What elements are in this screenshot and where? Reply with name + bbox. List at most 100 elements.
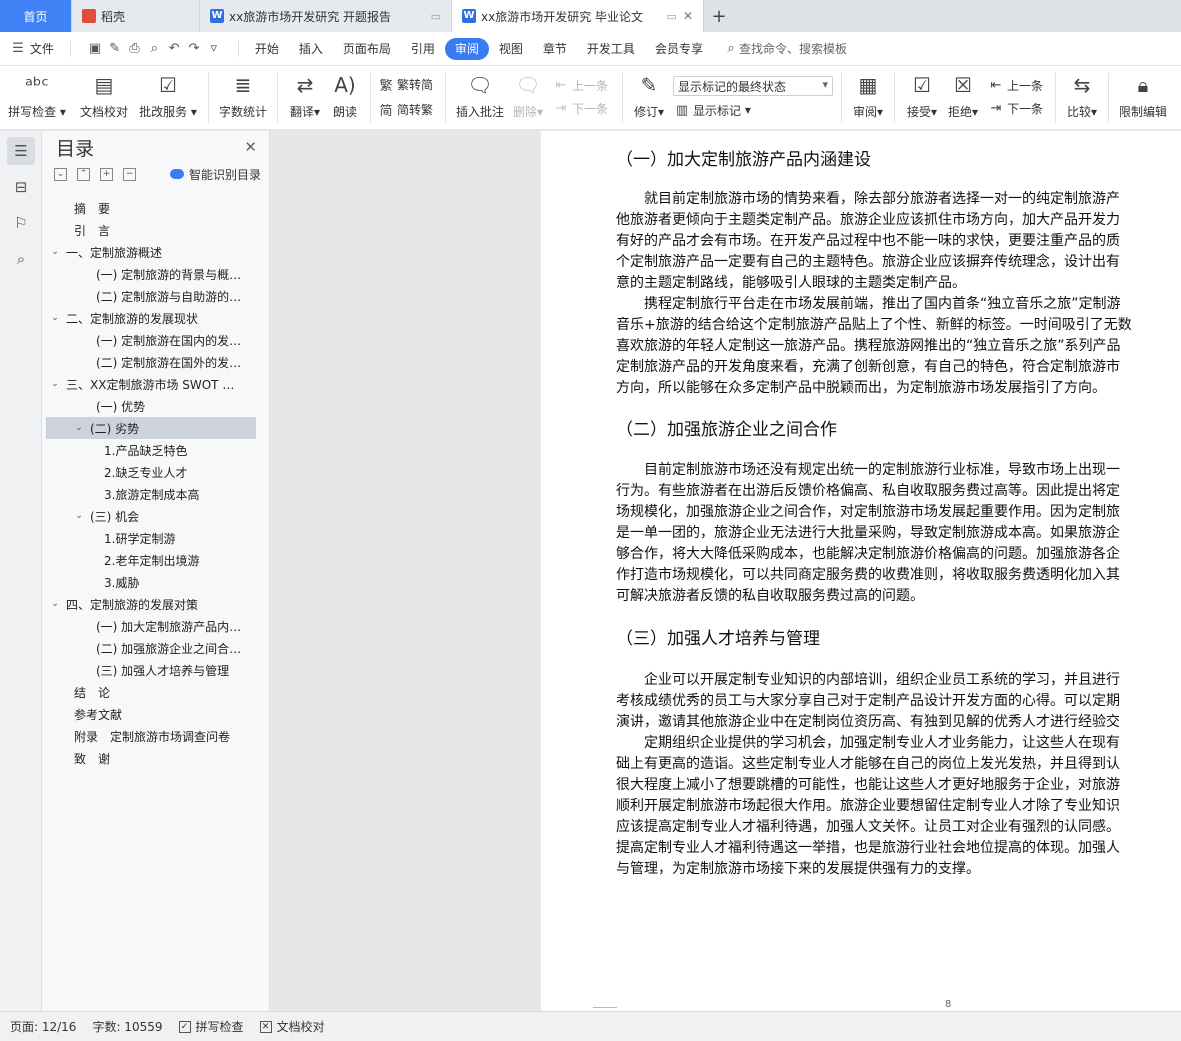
- chapter-nav-icon[interactable]: ⊟: [7, 173, 35, 201]
- undo-icon[interactable]: ↶: [166, 41, 182, 56]
- track-changes-button[interactable]: ✎ 修订▾: [629, 66, 669, 130]
- document-page[interactable]: （一）加大定制旅游产品内涵建设 就目前定制旅游市场的情势来看，除去部分旅游者选择…: [541, 131, 1181, 1011]
- chevron-down-icon[interactable]: ⌄: [48, 379, 62, 389]
- next-comment-button[interactable]: ⇥ 下一条: [552, 100, 616, 117]
- tab-thesis-doc[interactable]: W xx旅游市场开发研究 毕业论文 ▭ ✕: [452, 0, 704, 32]
- toc-item[interactable]: 1.产品缺乏特色: [46, 439, 256, 461]
- print-preview-icon[interactable]: ⌕: [146, 41, 162, 56]
- toc-item[interactable]: ⌄ 二、定制旅游的发展现状: [46, 307, 256, 329]
- chevron-down-icon[interactable]: ⌄: [72, 511, 86, 521]
- next-change-button[interactable]: ⇥ 下一条: [987, 100, 1049, 117]
- toc-item-label: (二) 定制旅游与自助游的…: [96, 289, 242, 304]
- spell-check-button[interactable]: ᵃᵇᶜ 拼写检查 ▾: [0, 66, 74, 130]
- chevron-down-icon[interactable]: ⌄: [72, 423, 86, 433]
- insert-comment-button[interactable]: 🗨 插入批注: [452, 66, 508, 130]
- toc-item[interactable]: 2.缺乏专业人才: [46, 461, 256, 483]
- accept-button[interactable]: ☑ 接受▾: [901, 66, 943, 130]
- print-icon[interactable]: ⎙: [127, 41, 143, 56]
- simp-to-trad-button[interactable]: 简简转繁: [377, 100, 439, 119]
- toc-item[interactable]: 结 论: [46, 681, 256, 703]
- menu-references[interactable]: 引用: [401, 38, 445, 60]
- menu-review[interactable]: 审阅: [444, 37, 489, 60]
- menu-member[interactable]: 会员专享: [645, 38, 713, 60]
- read-aloud-button[interactable]: A) 朗读: [326, 66, 364, 130]
- menu-page-layout[interactable]: 页面布局: [333, 38, 401, 60]
- toc-item[interactable]: 参考文献: [46, 703, 256, 725]
- add-heading-icon[interactable]: +: [100, 167, 113, 181]
- show-markup-button[interactable]: ▥ 显示标记 ▾: [673, 102, 835, 119]
- smart-toc-button[interactable]: 智能识别目录: [169, 166, 261, 183]
- toc-item[interactable]: 1.研学定制游: [46, 527, 256, 549]
- close-tab-icon[interactable]: ✕: [683, 9, 693, 23]
- toc-item[interactable]: (二) 定制旅游在国外的发…: [46, 351, 256, 373]
- translate-button[interactable]: ⇄ 翻译▾: [284, 66, 326, 130]
- toc-item[interactable]: (二) 定制旅游与自助游的…: [46, 285, 256, 307]
- toc-item[interactable]: ⌄ (三) 机会: [46, 505, 256, 527]
- review-pane-button[interactable]: ▦ 审阅▾: [848, 66, 888, 130]
- command-search[interactable]: ⌕ 查找命令、搜索模板: [713, 38, 857, 60]
- collapse-all-icon[interactable]: ⌄: [54, 167, 67, 181]
- toc-item[interactable]: 致 谢: [46, 747, 256, 769]
- reject-button[interactable]: ☒ 拒绝▾: [943, 66, 983, 130]
- menu-view[interactable]: 视图: [489, 38, 533, 60]
- body-text-line: 够合作，将大大降低采购成本，也能解决定制旅游价格偏高的问题。加强旅游各企: [616, 546, 1120, 562]
- toc-item[interactable]: 2.老年定制出境游: [46, 549, 256, 571]
- redo-icon[interactable]: ↷: [186, 41, 202, 56]
- save-icon[interactable]: ▣: [87, 41, 103, 56]
- trad-to-simp-button[interactable]: 繁繁转简: [377, 75, 439, 94]
- toc-item[interactable]: ⌄ (二) 劣势: [46, 417, 256, 439]
- toc-item[interactable]: (一) 加大定制旅游产品内…: [46, 615, 256, 637]
- revise-service-icon: ☑: [159, 73, 177, 97]
- tab-docer[interactable]: 稻壳: [72, 0, 200, 32]
- toc-panel-icon[interactable]: ☰: [7, 137, 35, 165]
- tab-home[interactable]: 首页: [0, 0, 72, 32]
- section-2-body: 目前定制旅游市场还没有规定出统一的定制旅游行业标准，导致市场上出现一 行为。有些旅…: [616, 460, 1181, 607]
- menu-insert[interactable]: 插入: [289, 38, 333, 60]
- toc-item-label: 3.旅游定制成本高: [104, 487, 200, 502]
- dropdown-icon[interactable]: ▿: [206, 41, 222, 56]
- menu-developer[interactable]: 开发工具: [577, 38, 645, 60]
- find-icon[interactable]: ⌕: [7, 245, 35, 273]
- restrict-edit-button[interactable]: 🔒︎ 限制编辑: [1115, 66, 1171, 130]
- prev-change-button[interactable]: ⇤ 上一条: [987, 77, 1049, 94]
- toc-item[interactable]: 引 言: [46, 219, 256, 241]
- toc-item[interactable]: ⌄ 三、XX定制旅游市场 SWOT …: [46, 373, 256, 395]
- toc-item[interactable]: (一) 优势: [46, 395, 256, 417]
- toc-item[interactable]: (二) 加强旅游企业之间合…: [46, 637, 256, 659]
- compare-button[interactable]: ⇆ 比较▾: [1062, 66, 1102, 130]
- file-menu[interactable]: ☰ 文件: [0, 38, 64, 60]
- chevron-down-icon[interactable]: ⌄: [48, 247, 62, 257]
- status-doc-check[interactable]: ✕ 文档校对: [259, 1018, 325, 1035]
- new-tab-button[interactable]: +: [704, 0, 734, 32]
- toc-item[interactable]: 附录 定制旅游市场调查问卷: [46, 725, 256, 747]
- remove-heading-icon[interactable]: −: [123, 167, 136, 181]
- toc-item[interactable]: 3.威胁: [46, 571, 256, 593]
- status-spell-check[interactable]: ✓ 拼写检查: [178, 1018, 244, 1035]
- expand-up-icon[interactable]: ⌃: [77, 167, 90, 181]
- toc-item[interactable]: ⌄ 四、定制旅游的发展对策: [46, 593, 256, 615]
- toc-item[interactable]: 摘 要: [46, 197, 256, 219]
- format-painter-icon[interactable]: ✎: [107, 41, 123, 56]
- word-count-button[interactable]: ≣ 字数统计: [215, 66, 271, 130]
- trad-simp-icon: 繁: [379, 79, 393, 94]
- chevron-down-icon[interactable]: ⌄: [48, 599, 62, 609]
- menu-section[interactable]: 章节: [533, 38, 577, 60]
- bookmark-icon[interactable]: ⚐: [7, 209, 35, 237]
- toc-item[interactable]: 3.旅游定制成本高: [46, 483, 256, 505]
- doc-check-button[interactable]: ▤ 文档校对: [74, 66, 134, 130]
- toc-item[interactable]: ⌄ 一、定制旅游概述: [46, 241, 256, 263]
- toc-item[interactable]: (三) 加强人才培养与管理: [46, 659, 256, 681]
- close-icon[interactable]: ✕: [244, 138, 257, 156]
- chevron-down-icon[interactable]: ⌄: [48, 313, 62, 323]
- markup-mode-select[interactable]: 显示标记的最终状态: [673, 75, 833, 96]
- revise-service-button[interactable]: ☑ 批改服务 ▾: [134, 66, 202, 130]
- page-indicator[interactable]: 页面: 12/16: [10, 1018, 76, 1035]
- tab-proposal-doc[interactable]: W xx旅游市场开发研究 开题报告 ▭: [200, 0, 452, 32]
- prev-comment-button[interactable]: ⇤ 上一条: [552, 77, 616, 94]
- body-text-line: 个定制旅游产品一定要有自己的主题特色。旅游企业应该摒弃传统理念，设计出有: [616, 254, 1120, 270]
- delete-comment-button[interactable]: 🗨 删除▾: [508, 66, 548, 130]
- word-count-indicator[interactable]: 字数: 10559: [92, 1018, 162, 1035]
- menu-start[interactable]: 开始: [245, 38, 289, 60]
- toc-item[interactable]: (一) 定制旅游的背景与概…: [46, 263, 256, 285]
- toc-item[interactable]: (一) 定制旅游在国内的发…: [46, 329, 256, 351]
